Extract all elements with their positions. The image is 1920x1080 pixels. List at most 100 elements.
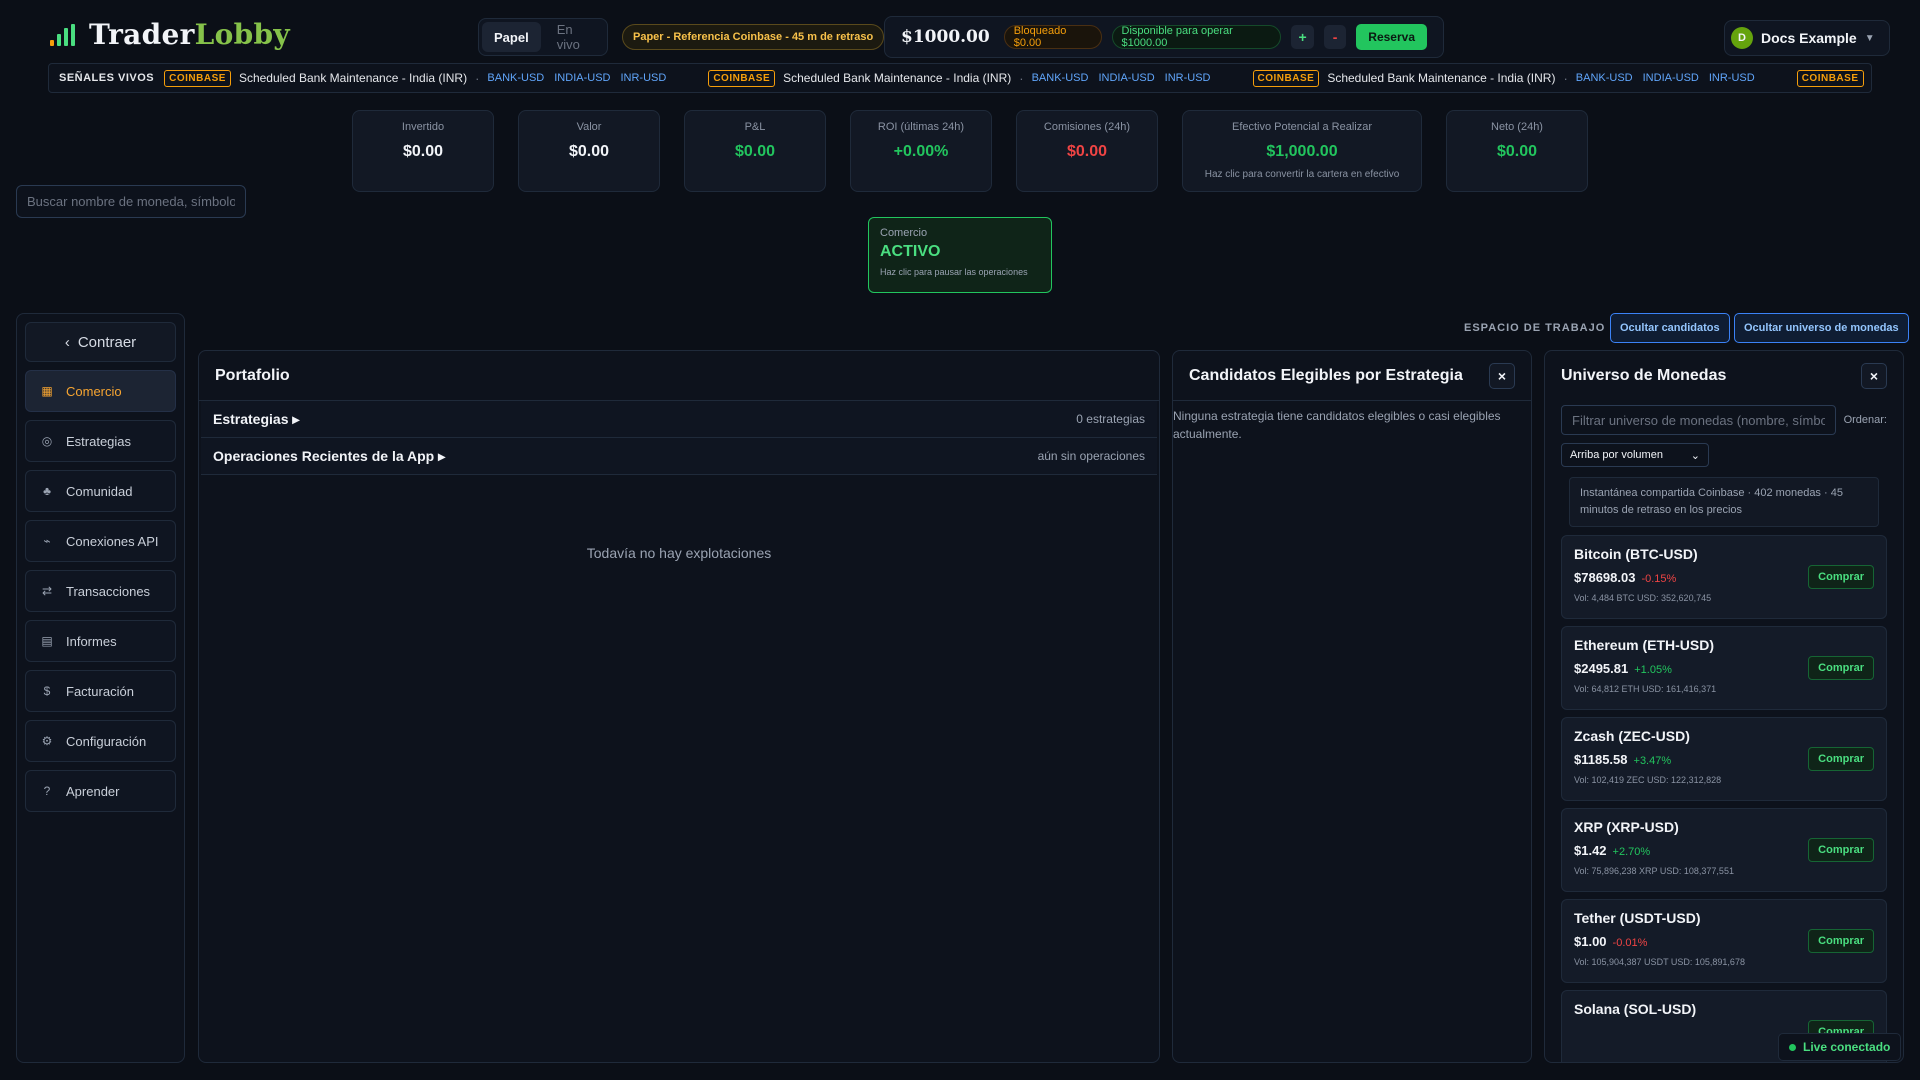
sidebar-item-aprender[interactable]: ? Aprender xyxy=(25,770,176,812)
coin-name: Solana (SOL-USD) xyxy=(1574,1001,1697,1017)
coin-change: +2.70% xyxy=(1612,846,1651,858)
sidebar: ‹ Contraer ▦ Comercio ◎ Estrategias ♣ Comu… xyxy=(16,313,185,1063)
blocked-badge: Bloqueado $0.00 xyxy=(1003,25,1102,49)
portfolio-empty-message: Todavía no hay explotaciones xyxy=(586,545,772,561)
coin-name: XRP (XRP-USD) xyxy=(1574,819,1679,835)
coin-change: -0.01% xyxy=(1612,937,1648,949)
ticker-symbol-link[interactable]: BANK-USD xyxy=(1576,72,1633,84)
workspace-label: ESPACIO DE TRABAJO xyxy=(1464,322,1606,334)
separator: · xyxy=(1019,70,1024,86)
available-badge: Disponible para operar $1000.00 xyxy=(1111,25,1282,49)
reserve-button[interactable]: Reserva xyxy=(1356,24,1427,50)
trading-status-hint: Haz clic para pausar las operaciones xyxy=(880,267,1028,277)
trading-status-label: Comercio xyxy=(880,227,928,239)
recent-trades-label: Operaciones Recientes de la App ▸ xyxy=(213,447,446,464)
coin-card[interactable]: Bitcoin (BTC-USD) $78698.03 -0.15% Vol: … xyxy=(1561,535,1887,619)
ticker-symbol-link[interactable]: INDIA-USD xyxy=(1643,72,1699,84)
coin-volume: Vol: 4,484 BTC USD: 352,620,745 xyxy=(1574,593,1712,603)
user-name: Docs Example xyxy=(1761,30,1857,46)
mode-paper-button[interactable]: Papel xyxy=(482,22,541,52)
add-funds-button[interactable]: + xyxy=(1291,25,1314,49)
report-icon: ▤ xyxy=(41,634,53,648)
sidebar-item-transacciones[interactable]: ⇄ Transacciones xyxy=(25,570,176,612)
ticker-symbol-link[interactable]: INDIA-USD xyxy=(554,72,610,84)
recent-trades-row[interactable]: Operaciones Recientes de la App ▸ aún si… xyxy=(201,438,1157,475)
coin-name: Tether (USDT-USD) xyxy=(1574,910,1701,926)
hide-candidates-button[interactable]: Ocultar candidatos xyxy=(1610,313,1730,343)
stat-value: $0.00 xyxy=(734,143,776,160)
sidebar-item-label: Configuración xyxy=(66,733,147,749)
sidebar-item-informes[interactable]: ▤ Informes xyxy=(25,620,176,662)
sidebar-item-comunidad[interactable]: ♣ Comunidad xyxy=(25,470,176,512)
remove-funds-button[interactable]: - xyxy=(1323,25,1347,49)
coin-change: +3.47% xyxy=(1633,755,1672,767)
portfolio-title: Portafolio xyxy=(215,366,290,384)
ticker-symbol-link[interactable]: BANK-USD xyxy=(1032,72,1089,84)
buy-button[interactable]: Comprar xyxy=(1808,929,1874,953)
ticker-symbol-link[interactable]: INR-USD xyxy=(1709,72,1755,84)
user-menu[interactable]: D Docs Example ▼ xyxy=(1724,20,1890,56)
coin-name: Zcash (ZEC-USD) xyxy=(1574,728,1690,744)
coin-change: +1.05% xyxy=(1634,664,1672,676)
mode-live-button[interactable]: En vivo xyxy=(545,22,604,52)
sort-select[interactable]: Arriba por volumen ⌄ xyxy=(1561,443,1709,467)
buy-button[interactable]: Comprar xyxy=(1808,656,1874,680)
strategies-row[interactable]: Estrategias ▸ 0 estrategias xyxy=(201,401,1157,438)
collapse-label: Contraer xyxy=(77,333,137,351)
ticker-symbol-link[interactable]: INR-USD xyxy=(620,72,666,84)
coin-list: Bitcoin (BTC-USD) $78698.03 -0.15% Vol: … xyxy=(1561,535,1887,1062)
stat-label: Comisiones (24h) xyxy=(1043,121,1131,133)
strategies-count: 0 estrategias xyxy=(1076,412,1145,426)
coin-card[interactable]: Ethereum (ETH-USD) $2495.81 +1.05% Vol: … xyxy=(1561,626,1887,710)
sidebar-item-facturación[interactable]: $ Facturación xyxy=(25,670,176,712)
universe-filter-input[interactable] xyxy=(1561,405,1836,435)
stat-label: Valor xyxy=(576,121,602,133)
swap-icon: ⇄ xyxy=(41,584,53,598)
live-dot-icon xyxy=(1789,1043,1796,1051)
coin-price: $1.00 xyxy=(1574,934,1607,949)
trading-status-value: ACTIVO xyxy=(880,243,941,260)
stat-hint: Haz clic para convertir la cartera en ef… xyxy=(1204,169,1400,180)
portfolio-panel: Portafolio Estrategias ▸ 0 estrategias O… xyxy=(198,350,1160,1063)
sidebar-item-estrategias[interactable]: ◎ Estrategias xyxy=(25,420,176,462)
sidebar-item-label: Conexiones API xyxy=(66,533,159,549)
coin-card[interactable]: XRP (XRP-USD) $1.42 +2.70% Vol: 75,896,2… xyxy=(1561,808,1887,892)
ticker-symbol-link[interactable]: BANK-USD xyxy=(487,72,544,84)
coin-name: Bitcoin (BTC-USD) xyxy=(1574,546,1698,562)
ticker-label: SEÑALES VIVOS xyxy=(59,72,155,84)
coin-price: $1185.58 xyxy=(1574,752,1628,767)
coin-card[interactable]: Zcash (ZEC-USD) $1185.58 +3.47% Vol: 102… xyxy=(1561,717,1887,801)
sidebar-item-label: Aprender xyxy=(66,783,120,799)
target-icon: ◎ xyxy=(41,434,53,448)
sidebar-item-configuración[interactable]: ⚙ Configuración xyxy=(25,720,176,762)
buy-button[interactable]: Comprar xyxy=(1808,747,1874,771)
sort-label: Ordenar: xyxy=(1843,414,1887,426)
coin-search-input[interactable] xyxy=(16,185,246,218)
ticker-symbol-link[interactable]: INDIA-USD xyxy=(1098,72,1154,84)
sidebar-item-conexiones-api[interactable]: ⌁ Conexiones API xyxy=(25,520,176,562)
trading-status-toggle[interactable]: Comercio ACTIVO Haz clic para pausar las… xyxy=(868,217,1052,293)
collapse-sidebar-button[interactable]: ‹ Contraer xyxy=(25,322,176,362)
stat-label: Invertido xyxy=(401,121,445,133)
buy-button[interactable]: Comprar xyxy=(1808,565,1874,589)
cash-out-card[interactable]: Efectivo Potencial a Realizar $1,000.00 … xyxy=(1182,110,1422,192)
source-tag: COINBASE xyxy=(1796,69,1864,87)
sidebar-item-comercio[interactable]: ▦ Comercio xyxy=(25,370,176,412)
ticker-symbol-link[interactable]: INR-USD xyxy=(1165,72,1211,84)
stat-card: ROI (últimas 24h) +0.00% xyxy=(850,110,992,192)
stat-value: $0.00 xyxy=(402,143,444,160)
logo[interactable]: TraderLobby xyxy=(50,18,290,51)
coin-card[interactable]: Tether (USDT-USD) $1.00 -0.01% Vol: 105,… xyxy=(1561,899,1887,983)
avatar: D xyxy=(1731,27,1753,49)
hide-universe-button[interactable]: Ocultar universo de monedas xyxy=(1734,313,1909,343)
live-connection-badge: Live conectado xyxy=(1778,1033,1902,1061)
close-icon: × xyxy=(1497,367,1507,384)
close-candidates-button[interactable]: × xyxy=(1489,362,1515,389)
ticker-item: COINBASE Scheduled Ba xyxy=(1796,69,1873,87)
buy-button[interactable]: Comprar xyxy=(1808,838,1874,862)
stat-label: ROI (últimas 24h) xyxy=(877,121,965,133)
stat-value: $0.00 xyxy=(1496,143,1538,160)
close-universe-button[interactable]: × xyxy=(1861,363,1887,389)
coin-volume: Vol: 105,904,387 USDT USD: 105,891,678 xyxy=(1574,957,1745,967)
ticker-text: Scheduled Ba xyxy=(1872,71,1873,85)
